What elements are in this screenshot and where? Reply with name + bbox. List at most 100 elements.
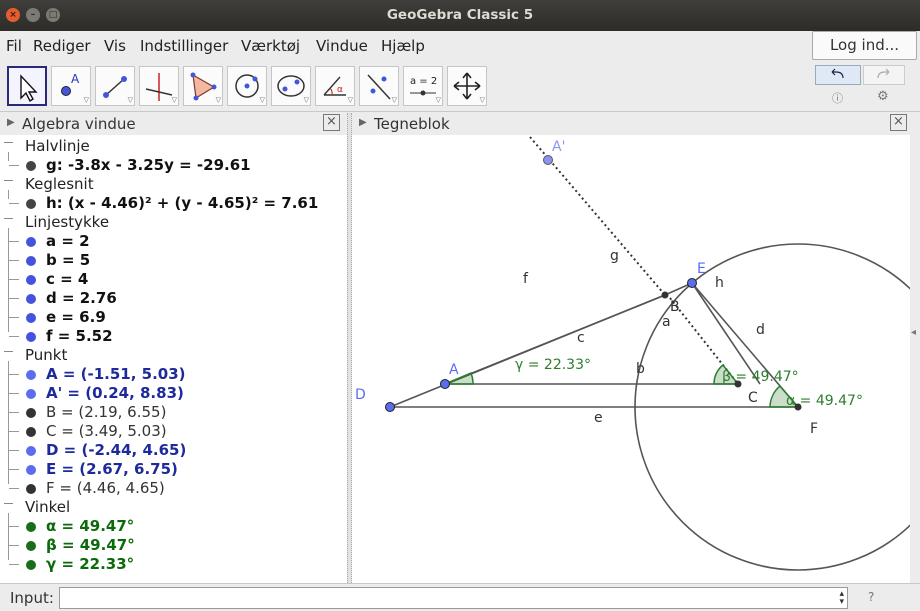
visibility-dot-icon[interactable] bbox=[26, 332, 36, 342]
visibility-dot-icon[interactable] bbox=[26, 199, 36, 209]
graphics-view-title: Tegneblok bbox=[374, 115, 450, 133]
login-button[interactable]: Log ind... bbox=[812, 31, 917, 60]
visibility-dot-icon[interactable] bbox=[26, 389, 36, 399]
algebra-view: Halvlinje g: -3.8x - 3.25y = -29.61 Kegl… bbox=[0, 135, 347, 583]
label-segment-c: c bbox=[577, 330, 585, 346]
label-d: D bbox=[355, 387, 366, 403]
algebra-item-text: c = 4 bbox=[46, 270, 89, 288]
algebra-view-header: ▶ Algebra vindue × bbox=[0, 113, 347, 135]
graphics-view[interactable]: A' A D E B C F f g h c a d b e γ = 22.33… bbox=[352, 135, 910, 583]
point-d[interactable] bbox=[385, 402, 395, 412]
visibility-dot-icon[interactable] bbox=[26, 237, 36, 247]
algebra-item-text: d = 2.76 bbox=[46, 289, 117, 307]
title-bar: × – □ GeoGebra Classic 5 bbox=[0, 0, 920, 31]
input-label: Input: bbox=[10, 589, 54, 607]
category-label: Linjestykke bbox=[25, 213, 110, 231]
history-spinner-icon[interactable]: ▴ ▾ bbox=[839, 590, 844, 607]
close-algebra-view-icon[interactable]: × bbox=[323, 114, 340, 131]
algebra-item-text: b = 5 bbox=[46, 251, 91, 269]
visibility-dot-icon[interactable] bbox=[26, 541, 36, 551]
visibility-dot-icon[interactable] bbox=[26, 560, 36, 570]
algebra-item-text: g: -3.8x - 3.25y = -29.61 bbox=[46, 156, 251, 174]
point-b[interactable] bbox=[661, 291, 669, 299]
menu-bar: Fil Rediger Vis Indstillinger Værktøj Vi… bbox=[0, 31, 920, 61]
redo-button[interactable] bbox=[863, 65, 905, 85]
menu-vis[interactable]: Vis bbox=[104, 37, 126, 55]
label-c-point: C bbox=[748, 390, 758, 406]
caret-left-icon[interactable]: ◂ bbox=[911, 327, 916, 338]
label-segment-d: d bbox=[756, 322, 765, 338]
menu-vaerktoej[interactable]: Værktøj bbox=[241, 37, 300, 55]
perpendicular-tool-button[interactable]: ▽ bbox=[139, 66, 179, 106]
conic-tool-button[interactable]: ▽ bbox=[271, 66, 311, 106]
line-tool-button[interactable]: ▽ bbox=[95, 66, 135, 106]
label-e: E bbox=[697, 261, 706, 277]
redo-icon bbox=[877, 68, 890, 79]
visibility-dot-icon[interactable] bbox=[26, 465, 36, 475]
visibility-dot-icon[interactable] bbox=[26, 256, 36, 266]
visibility-dot-icon[interactable] bbox=[26, 446, 36, 456]
point-a-prime[interactable] bbox=[543, 155, 553, 165]
gear-icon[interactable]: ⚙ bbox=[877, 89, 889, 104]
label-angle-beta: β = 49.47° bbox=[722, 369, 799, 385]
polygon-tool-button[interactable]: ▽ bbox=[183, 66, 223, 106]
collapse-arrow-icon[interactable]: ▶ bbox=[359, 117, 367, 128]
label-b-point: B bbox=[670, 299, 680, 315]
algebra-item-text: C = (3.49, 5.03) bbox=[46, 422, 167, 440]
category-label: Vinkel bbox=[25, 498, 71, 516]
undo-button[interactable] bbox=[815, 65, 861, 85]
algebra-item-text: γ = 22.33° bbox=[46, 555, 135, 573]
algebra-item-text: F = (4.46, 4.65) bbox=[46, 479, 165, 497]
input-bar: Input: ▴ ▾ ? bbox=[0, 583, 920, 611]
visibility-dot-icon[interactable] bbox=[26, 313, 36, 323]
slider-tool-button[interactable]: a = 2 ▽ bbox=[403, 66, 443, 106]
visibility-dot-icon[interactable] bbox=[26, 408, 36, 418]
menu-vindue[interactable]: Vindue bbox=[316, 37, 368, 55]
menu-indstillinger[interactable]: Indstillinger bbox=[140, 37, 228, 55]
help-icon[interactable]: ⓘ bbox=[832, 90, 843, 106]
label-segment-f: f bbox=[523, 271, 529, 287]
input-field[interactable]: ▴ ▾ bbox=[59, 587, 848, 609]
algebra-item-text: a = 2 bbox=[46, 232, 90, 250]
point-a[interactable] bbox=[440, 379, 450, 389]
visibility-dot-icon[interactable] bbox=[26, 275, 36, 285]
angle-tool-button[interactable]: α ▽ bbox=[315, 66, 355, 106]
menu-hjaelp[interactable]: Hjælp bbox=[381, 37, 425, 55]
visibility-dot-icon[interactable] bbox=[26, 427, 36, 437]
window-title: GeoGebra Classic 5 bbox=[386, 7, 534, 23]
category-label: Punkt bbox=[25, 346, 68, 364]
point-e[interactable] bbox=[687, 278, 697, 288]
circle-tool-button[interactable]: ▽ bbox=[227, 66, 267, 106]
arrow-cursor-icon bbox=[20, 74, 38, 103]
label-segment-g: g bbox=[610, 248, 619, 264]
label-a: A bbox=[449, 362, 459, 378]
graphics-view-header: ▶ Tegneblok × bbox=[352, 113, 920, 135]
label-angle-alpha: α = 49.47° bbox=[786, 393, 863, 409]
label-segment-e: e bbox=[594, 410, 603, 426]
algebra-item-text: D = (-2.44, 4.65) bbox=[46, 441, 187, 459]
menu-rediger[interactable]: Rediger bbox=[33, 37, 91, 55]
point-tool-button[interactable]: A ▽ bbox=[51, 66, 91, 106]
reflect-tool-button[interactable]: ▽ bbox=[359, 66, 399, 106]
label-segment-a: a bbox=[662, 314, 671, 330]
visibility-dot-icon[interactable] bbox=[26, 161, 36, 171]
input-help-icon[interactable]: ? bbox=[868, 590, 874, 604]
algebra-item-text: β = 49.47° bbox=[46, 536, 135, 554]
label-segment-b: b bbox=[636, 361, 645, 377]
collapse-arrow-icon[interactable]: ▶ bbox=[7, 117, 15, 128]
algebra-item-text: A = (-1.51, 5.03) bbox=[46, 365, 186, 383]
category-label: Keglesnit bbox=[25, 175, 94, 193]
point-tool-text: A bbox=[71, 72, 80, 86]
menu-fil[interactable]: Fil bbox=[6, 37, 22, 55]
visibility-dot-icon[interactable] bbox=[26, 294, 36, 304]
visibility-dot-icon[interactable] bbox=[26, 522, 36, 532]
visibility-dot-icon[interactable] bbox=[26, 484, 36, 494]
move-view-tool-button[interactable]: ▽ bbox=[447, 66, 487, 106]
close-graphics-view-icon[interactable]: × bbox=[890, 114, 907, 131]
svg-text:α: α bbox=[337, 85, 343, 95]
label-f-point: F bbox=[810, 421, 818, 437]
style-bar-toggle[interactable]: ◂ bbox=[910, 135, 920, 583]
visibility-dot-icon[interactable] bbox=[26, 370, 36, 380]
algebra-item-text: α = 49.47° bbox=[46, 517, 135, 535]
move-tool-button[interactable] bbox=[7, 66, 47, 106]
